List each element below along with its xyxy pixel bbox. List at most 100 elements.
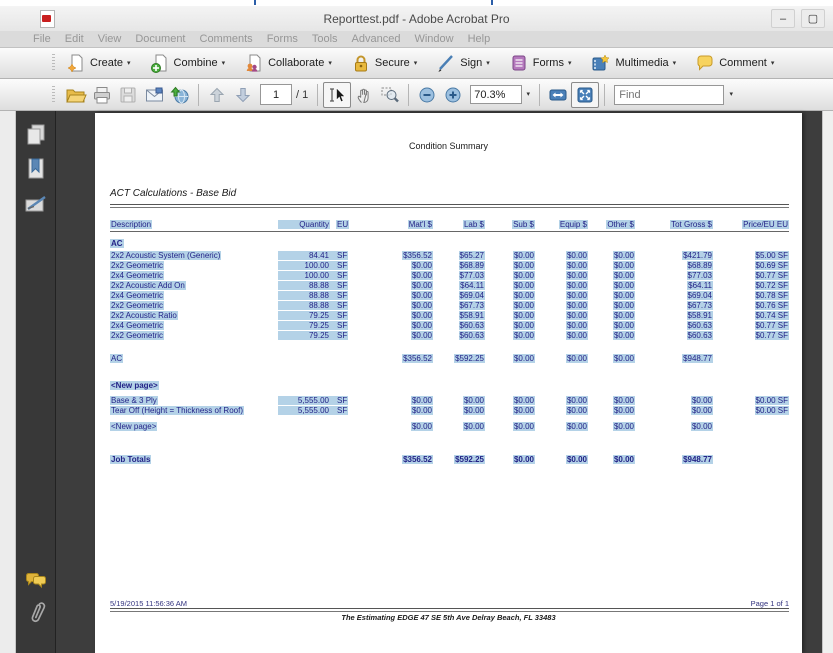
bookmarks-panel-button[interactable] bbox=[24, 157, 48, 181]
tot_gross-value: $68.89 bbox=[687, 261, 713, 270]
multimedia-button[interactable]: Multimedia ▾ bbox=[587, 51, 679, 75]
table-row: 2x4 Geometric88.88SF$0.00$69.04$0.00$0.0… bbox=[110, 290, 789, 300]
chevron-down-icon: ▾ bbox=[414, 60, 418, 67]
combine-button[interactable]: Combine ▾ bbox=[147, 51, 229, 75]
pdf-report-title: Condition Summary bbox=[95, 141, 802, 151]
zoom-marquee-button[interactable] bbox=[377, 83, 403, 107]
header-quantity-eu: QuantityEU bbox=[278, 220, 361, 229]
quantity-eu-text: 100.00SF bbox=[278, 261, 348, 270]
quantity-eu-text: 79.25SF bbox=[278, 311, 348, 320]
window-title: Reporttest.pdf - Adobe Acrobat Pro bbox=[0, 12, 833, 26]
cell-matl: $0.00 bbox=[361, 422, 433, 431]
menu-document[interactable]: Document bbox=[128, 33, 192, 45]
menu-file[interactable]: File bbox=[26, 33, 58, 45]
matl-value: $0.00 bbox=[411, 281, 433, 290]
other-value: $0.00 bbox=[613, 396, 635, 405]
menu-comments[interactable]: Comments bbox=[193, 33, 260, 45]
sign-button[interactable]: Sign ▾ bbox=[433, 51, 493, 75]
menu-help[interactable]: Help bbox=[461, 33, 498, 45]
lab-value: $65.27 bbox=[459, 251, 485, 260]
select-tool-button[interactable] bbox=[323, 82, 351, 108]
comments-panel-button[interactable] bbox=[24, 569, 48, 593]
toolbar-grip[interactable] bbox=[52, 86, 55, 104]
previous-page-button[interactable] bbox=[204, 83, 230, 107]
zoom-in-button[interactable] bbox=[440, 83, 466, 107]
quantity-eu-text: 100.00SF bbox=[278, 271, 348, 280]
matl-value: $0.00 bbox=[411, 261, 433, 270]
tot_gross-value: $69.04 bbox=[687, 291, 713, 300]
quantity-eu-text: 84.41SF bbox=[278, 251, 348, 260]
fit-width-button[interactable] bbox=[545, 83, 571, 107]
lab-value: $592.25 bbox=[454, 455, 485, 464]
pdf-section-heading: ACT Calculations - Base Bid bbox=[110, 188, 236, 199]
eu-value: SF bbox=[329, 396, 347, 405]
signatures-panel-button[interactable] bbox=[24, 193, 48, 217]
save-button[interactable] bbox=[115, 83, 141, 107]
cell-other: $0.00 bbox=[588, 301, 635, 310]
menu-window[interactable]: Window bbox=[407, 33, 460, 45]
pages-panel-button[interactable] bbox=[24, 123, 48, 147]
cell-sub: $0.00 bbox=[485, 281, 535, 290]
menu-tools[interactable]: Tools bbox=[305, 33, 345, 45]
menu-advanced[interactable]: Advanced bbox=[345, 33, 408, 45]
quantity-eu-text: 88.88SF bbox=[278, 291, 348, 300]
menu-forms[interactable]: Forms bbox=[260, 33, 305, 45]
cell-sub: $0.00 bbox=[485, 354, 535, 363]
open-button[interactable] bbox=[63, 83, 89, 107]
upload-button[interactable] bbox=[167, 83, 193, 107]
hand-tool-button[interactable] bbox=[351, 83, 377, 107]
description-text: 2x2 Acoustic System (Generic) bbox=[110, 251, 221, 260]
find-input[interactable] bbox=[614, 85, 724, 105]
zoom-dropdown-button[interactable]: ▾ bbox=[522, 85, 534, 104]
tot_gross-value: $948.77 bbox=[682, 455, 713, 464]
attachments-panel-button[interactable] bbox=[24, 601, 48, 625]
print-button[interactable] bbox=[89, 83, 115, 107]
cell-lab: $65.27 bbox=[433, 251, 485, 260]
zoom-level-input[interactable] bbox=[470, 85, 522, 104]
cell-description: AC bbox=[110, 354, 278, 363]
fit-page-button[interactable] bbox=[571, 82, 599, 108]
quantity-eu-text: 5,555.00SF bbox=[278, 406, 348, 415]
zoom-out-button[interactable] bbox=[414, 83, 440, 107]
sub-value: $0.00 bbox=[513, 291, 535, 300]
comment-button[interactable]: Comment ▾ bbox=[692, 51, 777, 75]
page-number-input[interactable] bbox=[260, 84, 292, 105]
forms-button[interactable]: Forms ▾ bbox=[506, 51, 575, 75]
secure-button[interactable]: Secure ▾ bbox=[348, 51, 420, 75]
table-row: Base & 3 Ply5,555.00SF$0.00$0.00$0.00$0.… bbox=[110, 395, 789, 405]
tot_gross-value: $421.79 bbox=[682, 251, 713, 260]
sub-value: $0.00 bbox=[513, 251, 535, 260]
price-eu-value: $0.00 SF bbox=[755, 396, 789, 405]
create-button[interactable]: Create ▾ bbox=[63, 51, 134, 75]
chevron-down-icon: ▾ bbox=[222, 60, 226, 67]
other-value: $0.00 bbox=[613, 406, 635, 415]
quantity-eu-text: 79.25SF bbox=[278, 331, 348, 340]
next-page-button[interactable] bbox=[230, 83, 256, 107]
collaborate-button[interactable]: Collaborate ▾ bbox=[241, 51, 335, 75]
cell-equip: $0.00 bbox=[535, 354, 588, 363]
cell-quantity-eu: 88.88SF bbox=[278, 291, 361, 300]
email-button[interactable] bbox=[141, 83, 167, 107]
vertical-scrollbar[interactable] bbox=[822, 111, 833, 653]
menu-edit[interactable]: Edit bbox=[58, 33, 91, 45]
cell-equip: $0.00 bbox=[535, 422, 588, 431]
description-text: 2x4 Geometric bbox=[110, 271, 164, 280]
pages-icon bbox=[25, 123, 47, 147]
other-value: $0.00 bbox=[613, 261, 635, 270]
cell-description: 2x2 Geometric bbox=[110, 301, 278, 310]
other-value: $0.00 bbox=[613, 331, 635, 340]
menu-view[interactable]: View bbox=[91, 33, 129, 45]
toolbar-grip[interactable] bbox=[52, 54, 55, 72]
find-dropdown-button[interactable]: ▾ bbox=[724, 85, 738, 105]
table-row: 2x2 Acoustic System (Generic)84.41SF$356… bbox=[110, 250, 789, 260]
matl-value: $356.52 bbox=[402, 354, 433, 363]
description-text: 2x4 Geometric bbox=[110, 321, 164, 330]
cell-description: Tear Off (Height = Thickness of Roof) bbox=[110, 406, 278, 415]
eu-value: SF bbox=[329, 406, 347, 415]
header-tot_gross: Tot Gross $ bbox=[635, 220, 713, 229]
pdf-page[interactable]: Condition Summary ACT Calculations - Bas… bbox=[95, 113, 802, 653]
cell-description: 2x2 Geometric bbox=[110, 261, 278, 270]
eu-value: SF bbox=[329, 261, 347, 270]
quantity-value: 79.25 bbox=[279, 331, 329, 340]
table-row: 2x2 Geometric79.25SF$0.00$60.63$0.00$0.0… bbox=[110, 330, 789, 340]
